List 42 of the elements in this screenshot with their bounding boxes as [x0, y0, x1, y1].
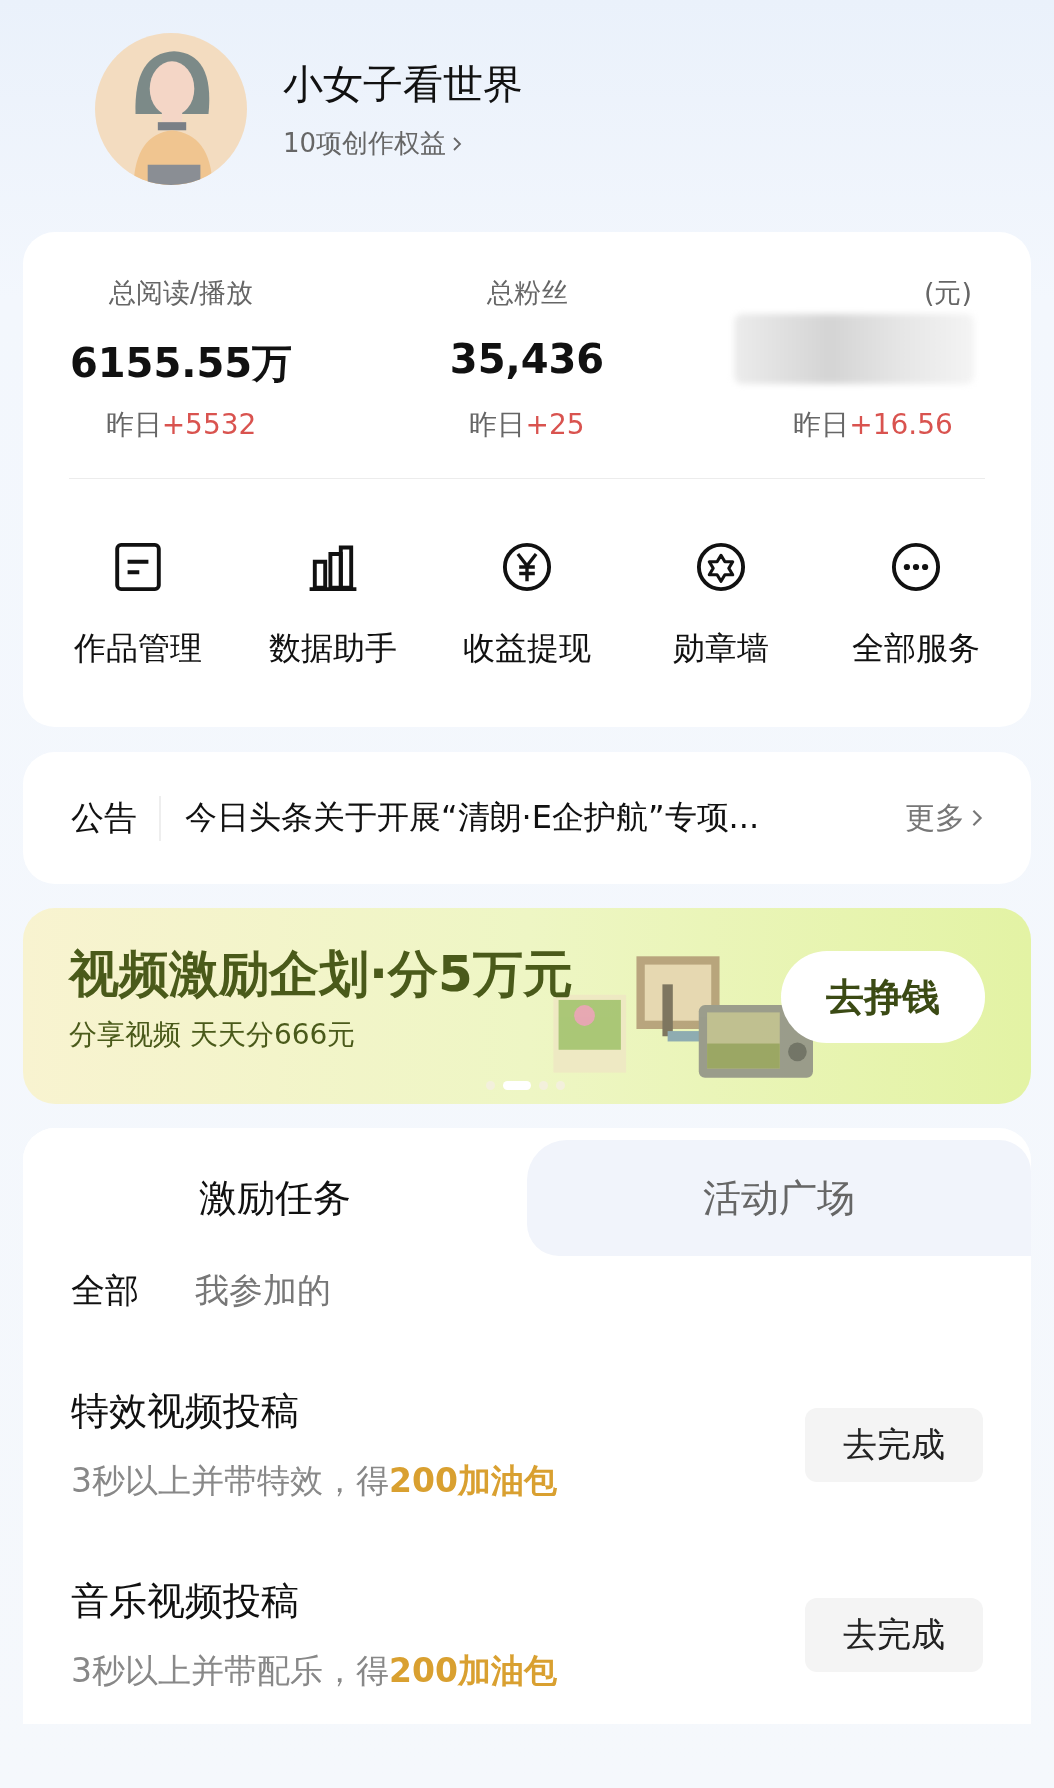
promo-banner[interactable]: 视频激励企划·分5万元 分享视频 天天分666元 去挣钱: [23, 908, 1031, 1104]
chevron-right-icon: [452, 135, 463, 152]
user-name: 小女子看世界: [283, 60, 523, 109]
stat-label: 总粉丝: [486, 276, 568, 310]
tab[interactable]: 活动广场: [527, 1140, 1031, 1256]
filter-tab[interactable]: 我参加的: [195, 1268, 331, 1314]
notice-tag: 公告: [71, 795, 161, 841]
service-label[interactable]: 勋章墙: [673, 627, 770, 671]
yen-coin-icon[interactable]: [501, 541, 553, 593]
stat-label: (元): [923, 276, 973, 310]
delta-value: +16.56: [849, 408, 953, 441]
delta-label: 昨日: [469, 408, 526, 441]
task-title: 音乐视频投稿: [71, 1578, 300, 1625]
benefits-link[interactable]: 10项创作权益: [283, 126, 523, 161]
service-label[interactable]: 作品管理: [74, 627, 203, 671]
delta-label: 昨日: [105, 408, 162, 441]
stat-label: 总阅读/播放: [108, 276, 254, 310]
service-label[interactable]: 数据助手: [268, 627, 397, 671]
task-title: 特效视频投稿: [71, 1388, 300, 1435]
more-link[interactable]: 更多: [905, 797, 983, 839]
more-icon[interactable]: [889, 541, 942, 593]
notice-text[interactable]: 今日头条关于开展“清朗·E企护航”专项...: [185, 796, 905, 840]
delta-value: +25: [525, 408, 585, 441]
task-description: 3秒以上并带特效，得200加油包: [71, 1460, 558, 1502]
stat-value: 35,436: [449, 336, 605, 384]
delta-value: +5532: [161, 408, 257, 441]
page-dot[interactable]: [539, 1081, 548, 1090]
star-badge-icon[interactable]: [695, 541, 748, 593]
service-label[interactable]: 收益提现: [463, 627, 591, 671]
task-description: 3秒以上并带配乐，得200加油包: [71, 1650, 558, 1692]
complete-button[interactable]: 去完成: [805, 1598, 983, 1672]
complete-button[interactable]: 去完成: [805, 1408, 983, 1482]
service-label[interactable]: 全部服务: [851, 627, 980, 671]
earn-button[interactable]: 去挣钱: [781, 951, 985, 1043]
page-dot[interactable]: [556, 1081, 565, 1090]
filter-tab[interactable]: 全部: [71, 1268, 139, 1314]
banner-subtitle: 分享视频 天天分666元: [69, 1016, 357, 1053]
page-dot[interactable]: [486, 1081, 495, 1090]
chevron-right-icon: [971, 808, 983, 828]
banner-title: 视频激励企划·分5万元: [69, 943, 573, 1005]
delta-label: 昨日: [793, 408, 850, 441]
stat-value: 6155.55万: [69, 339, 293, 384]
